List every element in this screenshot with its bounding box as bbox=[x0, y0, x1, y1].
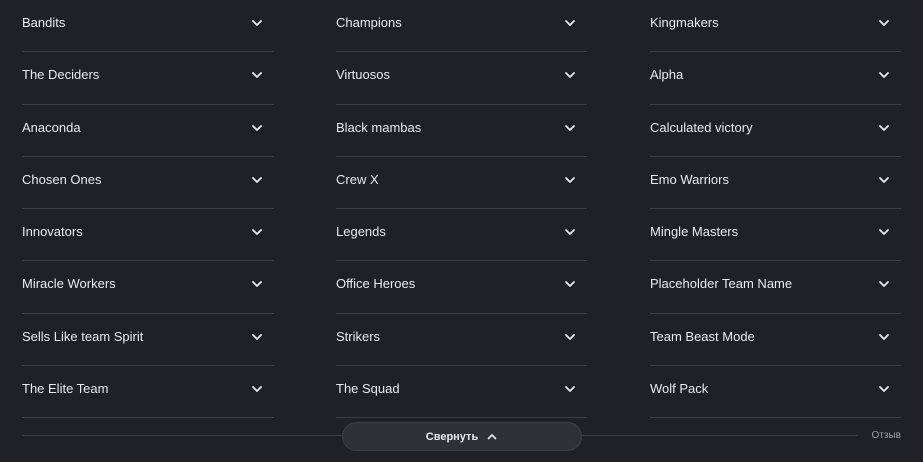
accordion-item-label: The Squad bbox=[336, 380, 400, 396]
accordion-item[interactable]: Anaconda bbox=[22, 105, 274, 157]
chevron-down-icon bbox=[877, 173, 891, 187]
accordion-item-label: Placeholder Team Name bbox=[650, 276, 793, 292]
accordion-item-label: Strikers bbox=[336, 328, 381, 344]
chevron-down-icon bbox=[877, 121, 891, 135]
chevron-down-icon bbox=[563, 225, 577, 239]
accordion-item-label: Black mambas bbox=[336, 119, 422, 135]
accordion-item-label: Mingle Masters bbox=[650, 224, 739, 239]
accordion-item[interactable]: Crew X bbox=[336, 157, 587, 209]
accordion-item-label: Crew X bbox=[336, 171, 379, 187]
accordion-item-label: Champions bbox=[336, 15, 402, 30]
accordion-item-label: Innovators bbox=[22, 224, 83, 239]
accordion-item[interactable]: Wolf Pack bbox=[650, 366, 901, 418]
chevron-down-icon bbox=[250, 121, 264, 135]
column-3: Kingmakers Alpha Calculated victory Emo … bbox=[650, 0, 901, 418]
accordion-item[interactable]: Sells Like team Spirit bbox=[22, 314, 274, 366]
chevron-down-icon bbox=[563, 16, 577, 30]
accordion-item[interactable]: Chosen Ones bbox=[22, 157, 274, 209]
accordion-item[interactable]: Calculated victory bbox=[650, 105, 901, 157]
accordion-item-label: Virtuosos bbox=[336, 67, 390, 83]
accordion-item-label: Anaconda bbox=[22, 119, 81, 135]
accordion-item[interactable]: Black mambas bbox=[336, 105, 587, 157]
accordion-item[interactable]: The Deciders bbox=[22, 52, 274, 105]
accordion-item[interactable]: Mingle Masters bbox=[650, 209, 901, 262]
chevron-down-icon bbox=[877, 225, 891, 239]
chevron-down-icon bbox=[250, 225, 264, 239]
footer-divider-right bbox=[582, 435, 858, 436]
chevron-down-icon bbox=[563, 277, 577, 291]
accordion-item[interactable]: Champions bbox=[336, 0, 587, 53]
chevron-down-icon bbox=[877, 16, 891, 30]
chevron-down-icon bbox=[563, 121, 577, 135]
chevron-down-icon bbox=[877, 382, 891, 396]
related-searches-grid: Bandits The Deciders Anaconda Chosen One… bbox=[0, 0, 923, 418]
accordion-item[interactable]: Bandits bbox=[22, 0, 274, 53]
accordion-item-label: Miracle Workers bbox=[22, 276, 116, 292]
chevron-down-icon bbox=[250, 173, 264, 187]
accordion-item[interactable]: Team Beast Mode bbox=[650, 314, 901, 366]
accordion-item-label: Kingmakers bbox=[650, 15, 719, 30]
chevron-up-icon bbox=[486, 431, 498, 443]
accordion-item-label: The Deciders bbox=[22, 67, 100, 83]
accordion-item-label: Sells Like team Spirit bbox=[22, 328, 144, 344]
accordion-item-label: Legends bbox=[336, 224, 386, 239]
accordion-item[interactable]: Emo Warriors bbox=[650, 157, 901, 209]
chevron-down-icon bbox=[250, 330, 264, 344]
chevron-down-icon bbox=[877, 277, 891, 291]
accordion-item-label: Alpha bbox=[650, 67, 684, 83]
chevron-down-icon bbox=[563, 382, 577, 396]
accordion-item[interactable]: Virtuosos bbox=[336, 52, 587, 105]
accordion-item-label: Calculated victory bbox=[650, 119, 753, 135]
accordion-item[interactable]: Kingmakers bbox=[650, 0, 901, 53]
chevron-down-icon bbox=[563, 173, 577, 187]
feedback-link[interactable]: Отзыв bbox=[872, 430, 901, 441]
accordion-item-label: Emo Warriors bbox=[650, 171, 729, 187]
accordion-item[interactable]: The Squad bbox=[336, 366, 587, 418]
accordion-item-label: Wolf Pack bbox=[650, 380, 709, 396]
chevron-down-icon bbox=[250, 68, 264, 82]
accordion-item-label: Office Heroes bbox=[336, 276, 416, 292]
collapse-button[interactable]: Свернуть bbox=[342, 422, 582, 451]
accordion-item-label: Chosen Ones bbox=[22, 171, 102, 187]
accordion-item[interactable]: Innovators bbox=[22, 209, 274, 262]
accordion-item-label: Bandits bbox=[22, 15, 66, 30]
accordion-item[interactable]: Strikers bbox=[336, 314, 587, 366]
accordion-item[interactable]: Alpha bbox=[650, 52, 901, 105]
chevron-down-icon bbox=[250, 16, 264, 30]
chevron-down-icon bbox=[563, 330, 577, 344]
column-1: Bandits The Deciders Anaconda Chosen One… bbox=[22, 0, 274, 418]
collapse-button-label: Свернуть bbox=[425, 430, 479, 443]
accordion-item[interactable]: Office Heroes bbox=[336, 261, 587, 314]
accordion-item[interactable]: Placeholder Team Name bbox=[650, 261, 901, 314]
chevron-down-icon bbox=[563, 68, 577, 82]
accordion-item-label: The Elite Team bbox=[22, 380, 109, 396]
column-2: Champions Virtuosos Black mambas Crew X … bbox=[336, 0, 587, 418]
footer-divider-left bbox=[22, 435, 342, 436]
accordion-item[interactable]: Miracle Workers bbox=[22, 261, 274, 314]
chevron-down-icon bbox=[877, 68, 891, 82]
chevron-down-icon bbox=[877, 330, 891, 344]
accordion-item[interactable]: The Elite Team bbox=[22, 366, 274, 418]
chevron-down-icon bbox=[250, 277, 264, 291]
chevron-down-icon bbox=[250, 382, 264, 396]
accordion-item-label: Team Beast Mode bbox=[650, 328, 755, 344]
accordion-item[interactable]: Legends bbox=[336, 209, 587, 262]
